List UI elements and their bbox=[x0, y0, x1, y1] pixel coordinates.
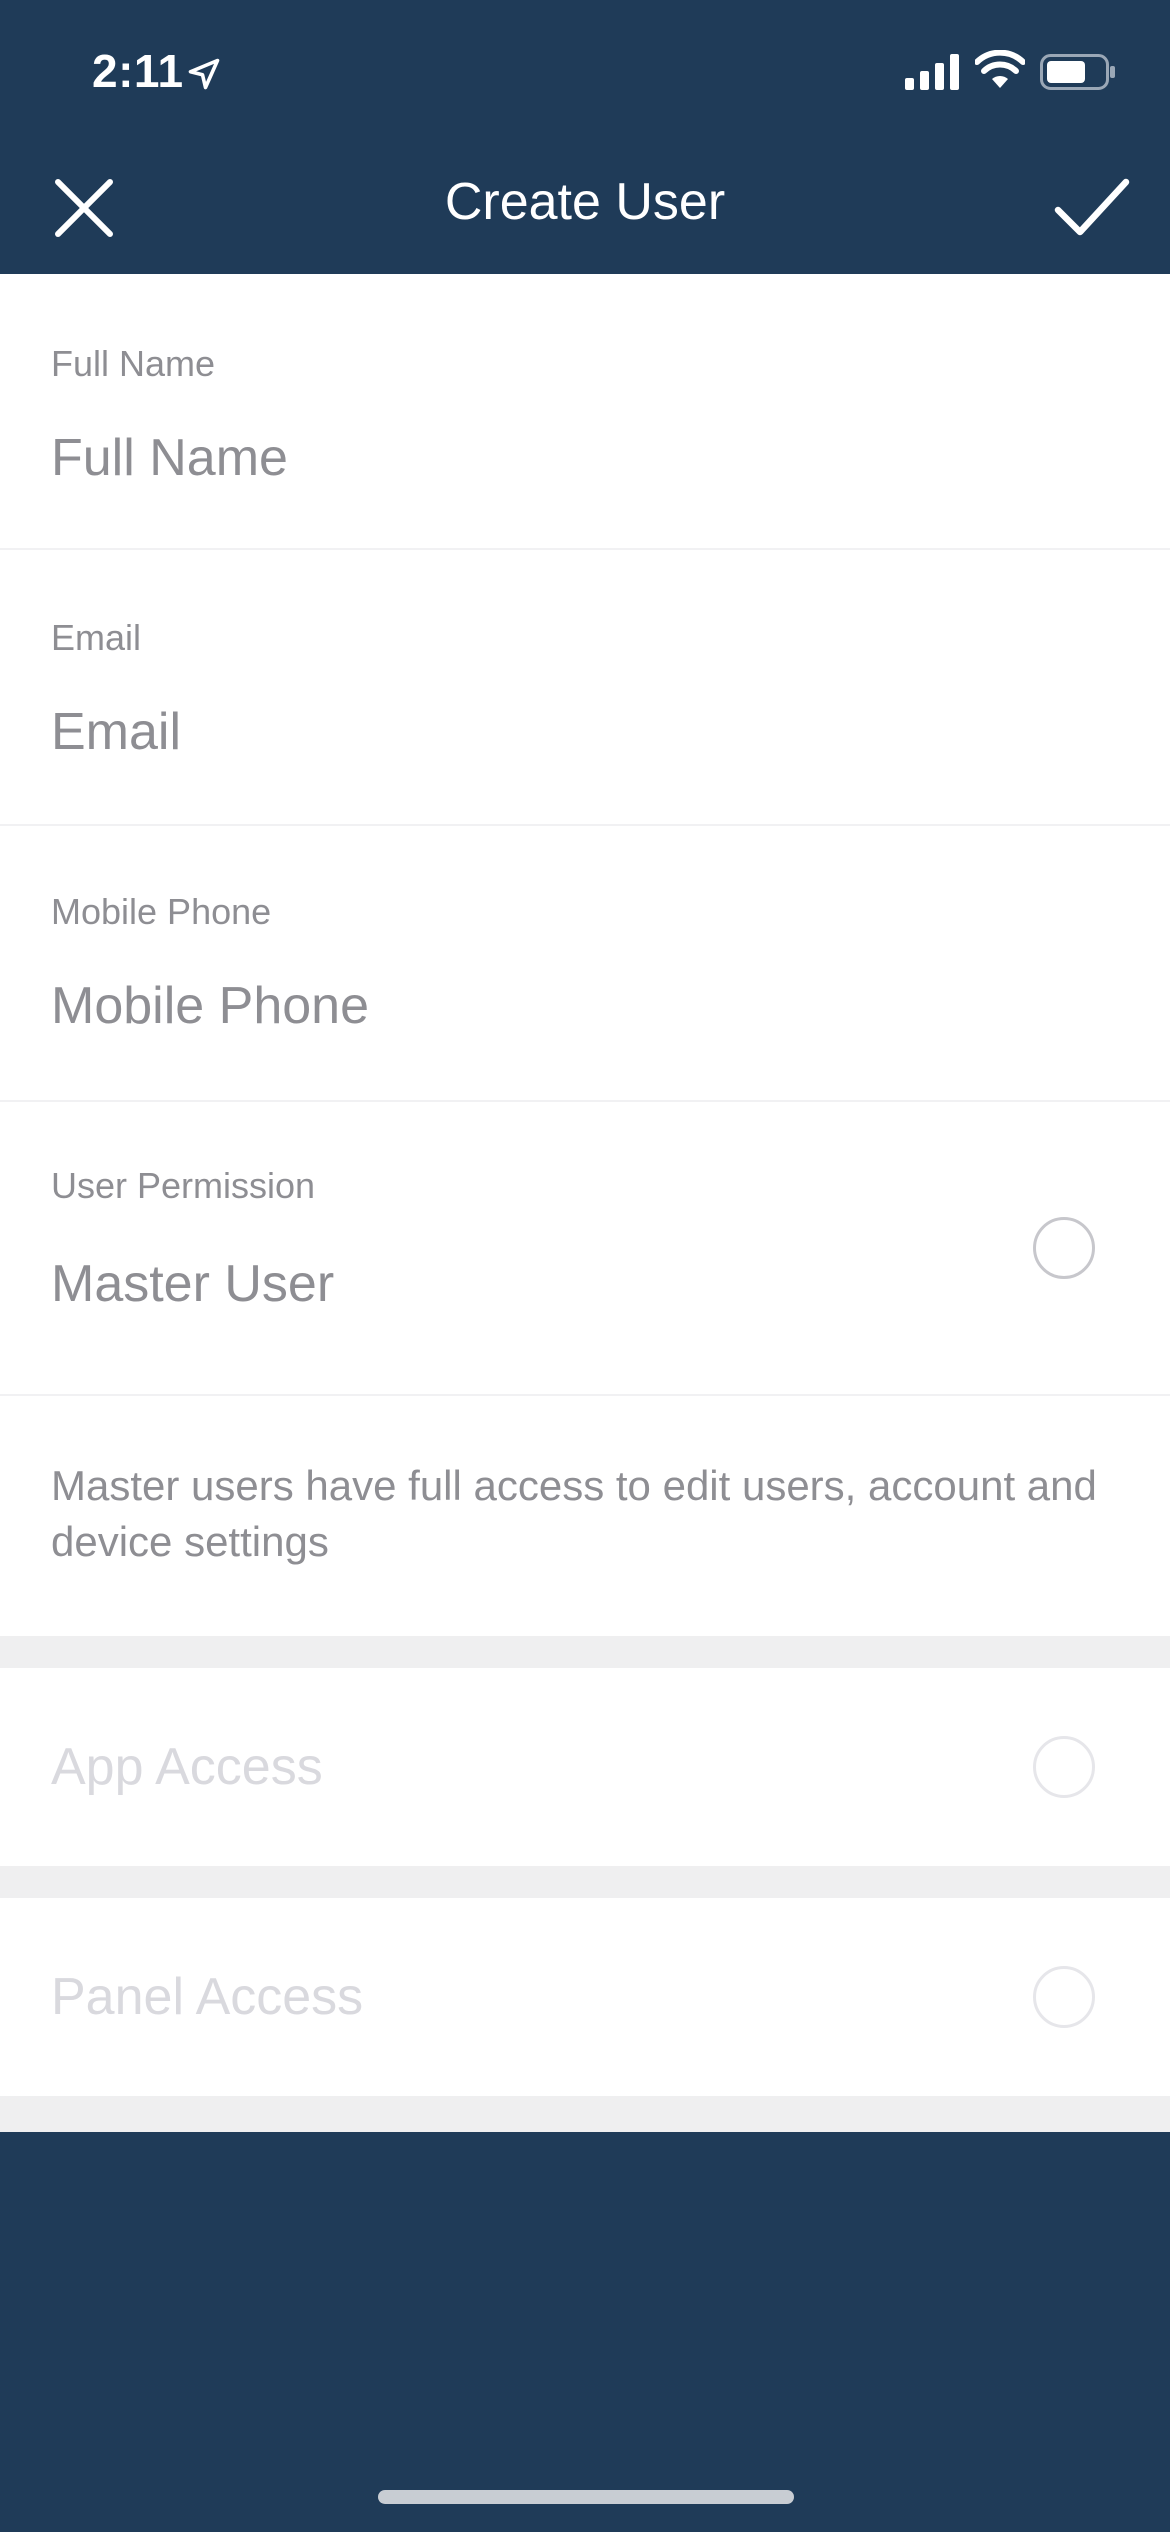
battery-icon bbox=[1040, 54, 1115, 90]
email-input[interactable] bbox=[51, 700, 1111, 764]
mobile-phone-input[interactable] bbox=[51, 974, 1111, 1038]
app-access-row[interactable]: App Access bbox=[0, 1668, 1170, 1866]
full-name-label: Full Name bbox=[51, 343, 216, 384]
user-permission-label: User Permission bbox=[51, 1165, 316, 1206]
create-user-form: Full Name Email Mobile Phone User Permis… bbox=[0, 274, 1170, 2132]
location-arrow-icon bbox=[188, 58, 220, 90]
page-title: Create User bbox=[444, 173, 726, 231]
nav-bar: Create User bbox=[0, 150, 1170, 274]
full-name-row: Full Name bbox=[0, 274, 1170, 548]
app-access-label: App Access bbox=[51, 1738, 323, 1796]
master-user-option-label: Master User bbox=[51, 1255, 335, 1313]
master-user-description-row: Master users have full access to edit us… bbox=[0, 1396, 1170, 1636]
status-bar: 2:11 bbox=[0, 0, 1170, 150]
mobile-phone-label: Mobile Phone bbox=[51, 891, 272, 932]
mobile-phone-row: Mobile Phone bbox=[0, 826, 1170, 1100]
wifi-icon bbox=[975, 50, 1025, 88]
panel-access-row[interactable]: Panel Access bbox=[0, 1898, 1170, 2096]
create-user-screen: 2:11 Create User Full Name Full Name Ema… bbox=[0, 0, 1170, 2532]
home-indicator bbox=[378, 2490, 794, 2504]
master-user-description: Master users have full access to edit us… bbox=[51, 1462, 1097, 1565]
master-user-radio[interactable] bbox=[1033, 1217, 1095, 1279]
email-row: Email bbox=[0, 550, 1170, 824]
checkmark-icon bbox=[1054, 178, 1130, 236]
app-access-radio[interactable] bbox=[1033, 1736, 1095, 1798]
panel-access-radio[interactable] bbox=[1033, 1966, 1095, 2028]
cellular-signal-icon bbox=[905, 54, 959, 90]
status-time: 2:11 bbox=[92, 45, 184, 97]
panel-access-label: Panel Access bbox=[51, 1968, 364, 2026]
email-label: Email bbox=[51, 617, 142, 658]
confirm-button[interactable] bbox=[1044, 160, 1140, 256]
full-name-input[interactable] bbox=[51, 426, 1111, 490]
user-permission-row[interactable]: User Permission Master User bbox=[0, 1102, 1170, 1394]
